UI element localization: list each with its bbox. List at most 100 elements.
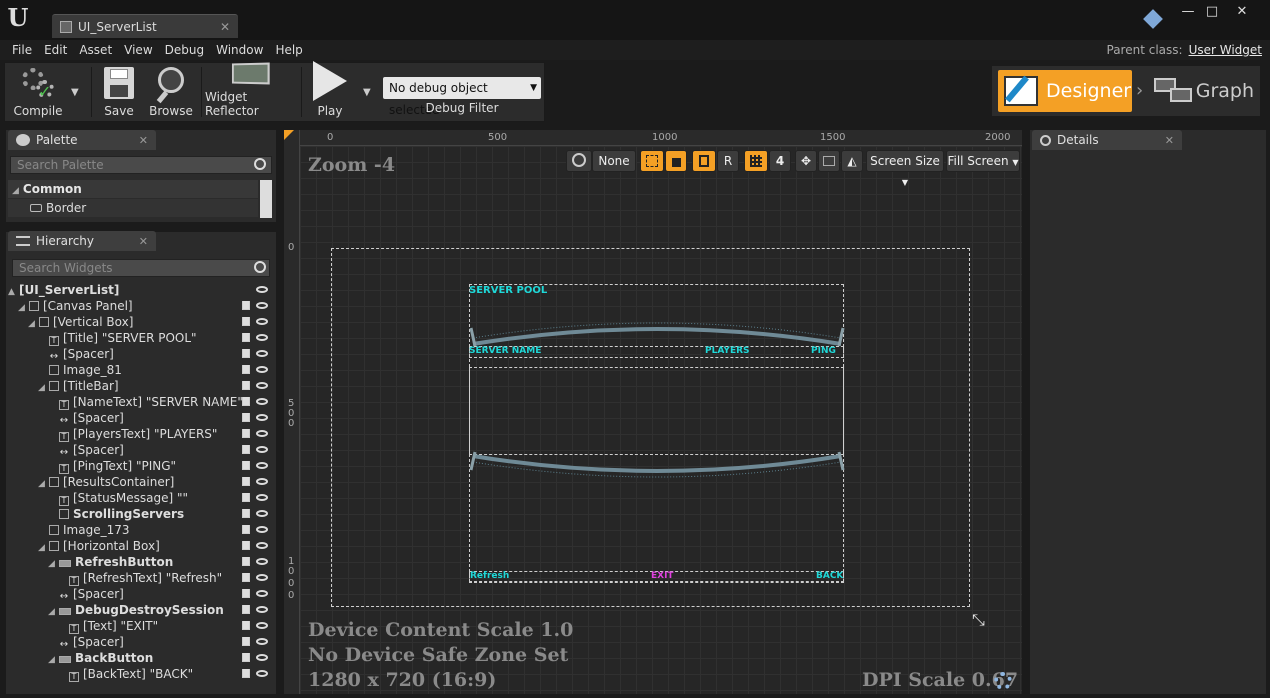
visibility-eye-icon[interactable] (256, 558, 268, 565)
visibility-eye-icon[interactable] (256, 366, 268, 373)
visibility-eye-icon[interactable] (256, 302, 268, 309)
visibility-eye-icon[interactable] (256, 606, 268, 613)
visibility-eye-icon[interactable] (256, 350, 268, 357)
visibility-eye-icon[interactable] (256, 286, 268, 293)
menu-edit[interactable]: Edit (38, 40, 73, 60)
hierarchy-row[interactable]: ◢ BackButton (8, 650, 270, 666)
hierarchy-row[interactable]: ◢ RefreshButton (8, 554, 270, 570)
visibility-eye-icon[interactable] (256, 622, 268, 629)
close-hierarchy-icon[interactable]: ✕ (139, 235, 148, 248)
visibility-eye-icon[interactable] (256, 334, 268, 341)
visibility-eye-icon[interactable] (256, 446, 268, 453)
hierarchy-row[interactable]: ▲ [UI_ServerList] (8, 282, 270, 298)
visibility-eye-icon[interactable] (256, 462, 268, 469)
hierarchy-row[interactable]: ◢ [TitleBar] (8, 378, 270, 394)
lock-icon[interactable] (242, 669, 250, 678)
designer-mode-button[interactable]: Designer (998, 70, 1132, 112)
compile-options-icon[interactable]: ▼ (71, 87, 79, 98)
flip-toggle[interactable]: ◭ (841, 150, 863, 172)
play-button[interactable]: Play (305, 61, 355, 121)
lock-icon[interactable] (242, 573, 250, 582)
dpi-settings-gear-icon[interactable] (994, 672, 1012, 690)
lock-icon[interactable] (242, 317, 250, 326)
hierarchy-row[interactable]: T [StatusMessage] "" (8, 490, 270, 506)
menu-file[interactable]: File (6, 40, 38, 60)
hierarchy-search-input[interactable]: Search Widgets (12, 259, 270, 277)
parent-class-link[interactable]: User Widget (1189, 43, 1262, 57)
hierarchy-row[interactable]: Image_81 (8, 362, 270, 378)
visibility-eye-icon[interactable] (256, 398, 268, 405)
hierarchy-row[interactable]: T [Text] "EXIT" (8, 618, 270, 634)
hierarchy-row[interactable]: ScrollingServers (8, 506, 270, 522)
lock-icon[interactable] (242, 461, 250, 470)
hierarchy-row[interactable]: ↔ [Spacer] (8, 346, 270, 362)
hierarchy-row[interactable]: Image_173 (8, 522, 270, 538)
lock-icon[interactable] (242, 525, 250, 534)
lock-icon[interactable] (242, 429, 250, 438)
hierarchy-row[interactable]: ↔ [Spacer] (8, 586, 270, 602)
lock-icon[interactable] (242, 477, 250, 486)
visibility-eye-icon[interactable] (256, 478, 268, 485)
widget-reflector-button[interactable]: Widget Reflector (205, 62, 295, 121)
close-window-button[interactable]: ✕ (1230, 4, 1254, 20)
ping-column[interactable]: PING (811, 346, 836, 356)
refresh-button-preview[interactable]: Refresh (470, 571, 509, 581)
fill-screen-select[interactable]: Fill Screen ▼ (946, 150, 1020, 172)
lock-icon[interactable] (242, 605, 250, 614)
lock-toggle[interactable] (665, 150, 687, 172)
lock-icon[interactable] (242, 349, 250, 358)
lock-icon[interactable] (242, 653, 250, 662)
layout-toggle[interactable] (692, 150, 716, 172)
palette-category-common[interactable]: ◢ Common (8, 180, 258, 198)
server-name-column[interactable]: SERVER NAME (469, 346, 541, 356)
visibility-eye-icon[interactable] (256, 574, 268, 581)
unreal-logo-icon[interactable]: U (4, 4, 32, 32)
visibility-eye-icon[interactable] (256, 510, 268, 517)
minimize-button[interactable]: — (1176, 4, 1200, 20)
close-palette-icon[interactable]: ✕ (139, 134, 148, 147)
visibility-eye-icon[interactable] (256, 318, 268, 325)
grid-size-select[interactable]: 4 (769, 150, 791, 172)
palette-tab[interactable]: Palette ✕ (8, 130, 156, 150)
close-tab-icon[interactable]: ✕ (220, 20, 230, 34)
hierarchy-row[interactable]: T [Title] "SERVER POOL" (8, 330, 270, 346)
lock-icon[interactable] (242, 413, 250, 422)
players-column[interactable]: PLAYERS (705, 346, 750, 356)
hierarchy-row[interactable]: ◢ DebugDestroySession (8, 602, 270, 618)
lock-icon[interactable] (242, 397, 250, 406)
lock-icon[interactable] (242, 365, 250, 374)
visibility-eye-icon[interactable] (256, 542, 268, 549)
palette-search-input[interactable]: Search Palette (10, 156, 272, 174)
visibility-eye-icon[interactable] (256, 494, 268, 501)
visibility-eye-icon[interactable] (256, 654, 268, 661)
resize-handle-icon[interactable]: ⤡ (972, 610, 985, 630)
close-details-icon[interactable]: ✕ (1165, 134, 1174, 147)
debug-object-select[interactable]: No debug object selected ▼ (383, 77, 541, 117)
visibility-eye-icon[interactable] (256, 430, 268, 437)
visibility-eye-icon[interactable] (256, 638, 268, 645)
play-options-icon[interactable]: ▼ (363, 87, 371, 98)
zoom-to-fit-button[interactable]: ✥ (795, 150, 817, 172)
hierarchy-row[interactable]: ↔ [Spacer] (8, 442, 270, 458)
hierarchy-row[interactable]: T [PingText] "PING" (8, 458, 270, 474)
lock-icon[interactable] (242, 637, 250, 646)
lock-icon[interactable] (242, 589, 250, 598)
graph-mode-button[interactable]: Graph (1154, 70, 1254, 112)
lock-icon[interactable] (242, 509, 250, 518)
hierarchy-tab[interactable]: Hierarchy ✕ (8, 231, 156, 251)
bottom-divider-image[interactable] (469, 450, 845, 490)
exit-button-preview[interactable]: EXIT (651, 571, 674, 581)
menu-debug[interactable]: Debug (159, 40, 210, 60)
locale-select[interactable]: None (592, 150, 636, 172)
top-divider-image[interactable] (469, 308, 845, 350)
locale-button[interactable] (566, 150, 592, 172)
palette-scrollbar[interactable] (260, 180, 272, 218)
visibility-eye-icon[interactable] (256, 670, 268, 677)
hierarchy-row[interactable]: ↔ [Spacer] (8, 410, 270, 426)
background-toggle[interactable] (818, 150, 840, 172)
visibility-eye-icon[interactable] (256, 590, 268, 597)
title-text[interactable]: SERVER POOL (469, 285, 547, 296)
hierarchy-row[interactable]: ↔ [Spacer] (8, 634, 270, 650)
hierarchy-row[interactable]: T [BackText] "BACK" (8, 666, 270, 682)
outline-toggle[interactable] (640, 150, 664, 172)
